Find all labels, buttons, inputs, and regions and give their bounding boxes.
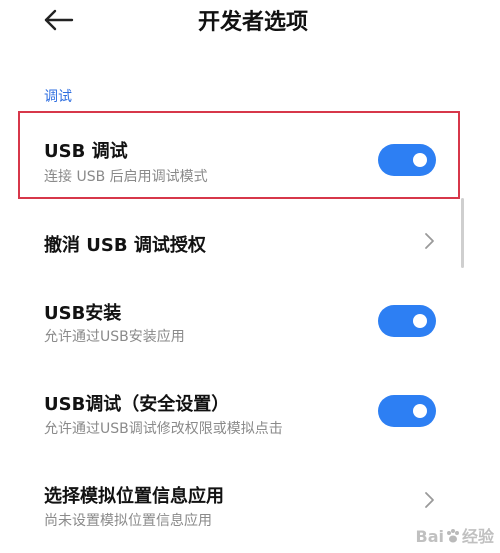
setting-title: USB调试（安全设置） (44, 394, 230, 415)
setting-title: 撤消 USB 调试授权 (44, 235, 206, 256)
chevron-right-icon (425, 492, 434, 508)
setting-subtitle: 允许通过USB安装应用 (44, 329, 185, 345)
chevron-right-icon (425, 233, 434, 249)
highlight-frame (18, 111, 460, 199)
setting-title: USB安装 (44, 303, 122, 324)
usb-debugging-security-toggle[interactable] (378, 395, 436, 427)
scrollbar[interactable] (461, 198, 464, 268)
top-bar: 开发者选项 (0, 0, 500, 50)
setting-subtitle: 允许通过USB调试修改权限或模拟点击 (44, 421, 283, 437)
paw-icon (446, 529, 459, 543)
page-title: 开发者选项 (197, 10, 308, 35)
setting-subtitle: 尚未设置模拟位置信息应用 (44, 513, 212, 529)
watermark-text-right: 经验 (461, 527, 494, 546)
toggle-knob (413, 404, 427, 418)
section-header-debug: 调试 (44, 89, 72, 105)
usb-install-toggle[interactable] (378, 305, 436, 337)
toggle-knob (413, 314, 427, 328)
watermark-text-left: Bai (415, 527, 444, 546)
baidu-watermark: Bai 经验 (416, 523, 495, 547)
setting-title: 选择模拟位置信息应用 (44, 486, 224, 507)
